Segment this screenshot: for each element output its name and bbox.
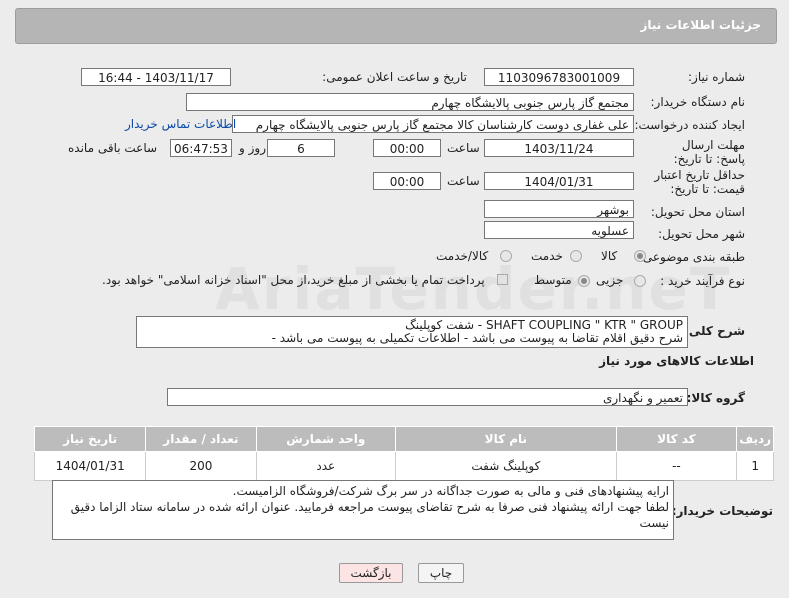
goods-group-label: گروه کالا: [686,391,745,405]
treasury-payment-note: پرداخت تمام یا بخشی از مبلغ خرید،از محل … [102,273,485,287]
cell-goods-name: کوپلینگ شفت [395,451,617,481]
page-header: جزئیات اطلاعات نیاز [15,8,777,44]
items-table-header: ردیف کد کالا نام کالا واحد شمارش تعداد /… [33,426,774,452]
description-line-2: شرح دقیق اقلام تقاضا به پیوست می باشد - … [271,331,683,345]
page-title: جزئیات اطلاعات نیاز [640,18,761,32]
reply-date-field: 1403/11/24 [484,139,634,157]
col-need-date: تاریخ نیاز [33,426,147,452]
category-option-goods-service: کالا/خدمت [436,249,489,263]
cell-quantity: 200 [145,451,257,481]
creator-label: ایجاد کننده درخواست: [634,118,745,132]
reply-time-field: 00:00 [373,139,441,157]
reply-time-label: ساعت [447,141,480,155]
col-quantity: تعداد / مقدار [145,426,257,452]
need-number-label: شماره نیاز: [688,70,745,84]
buyer-notes-label: توضیحات خریدار: [671,504,773,518]
reply-deadline-label: مهلت ارسال پاسخ: تا تاریخ: [673,138,745,166]
process-radio-medium[interactable] [578,275,590,287]
process-type-label: نوع فرآیند خرید : [660,274,745,288]
days-remaining-field: 6 [267,139,335,157]
buyer-notes-textarea: ارایه پیشنهادهای فنی و مالی به صورت جداگ… [52,480,674,540]
watermark-logo: AriaTender.neT [215,255,732,323]
cell-need-date: 1404/01/31 [33,451,147,481]
price-time-label: ساعت [447,174,480,188]
treasury-payment-checkbox[interactable] [497,274,508,285]
col-goods-code: کد کالا [615,426,738,452]
price-validity-date-field: 1404/01/31 [484,172,634,190]
city-field: عسلویه [484,221,634,239]
category-radio-goods-service[interactable] [500,250,512,262]
buyer-contact-link[interactable]: اطلاعات تماس خریدار [125,117,236,131]
buyer-org-field: مجتمع گاز پارس جنوبی پالایشگاه چهارم [186,93,634,111]
category-radio-service[interactable] [570,250,582,262]
announce-date-field: 1403/11/17 - 16:44 [81,68,231,86]
province-label: استان محل تحویل: [650,205,745,219]
goods-group-field: تعمیر و نگهداری [167,388,688,406]
cell-row: 1 [736,451,774,481]
announce-date-label: تاریخ و ساعت اعلان عمومی: [322,70,467,84]
city-label: شهر محل تحویل: [658,227,745,241]
days-label: روز و [239,141,266,155]
category-radio-goods[interactable] [634,250,646,262]
buyer-notes-line-1: ارایه پیشنهادهای فنی و مالی به صورت جداگ… [232,484,669,498]
province-field: بوشهر [484,200,634,218]
cell-goods-code: -- [615,451,738,481]
category-option-service: خدمت [531,249,563,263]
buyer-org-label: نام دستگاه خریدار: [650,95,746,109]
remaining-time-label: ساعت باقی مانده [68,141,158,155]
process-option-minor: جزیی [596,273,624,287]
print-button[interactable]: چاپ [418,563,464,583]
col-row: ردیف [736,426,774,452]
creator-field: علی غفاری دوست کارشناسان کالا مجتمع گاز … [232,115,634,133]
price-validity-label: حداقل تاریخ اعتبار قیمت: تا تاریخ: [654,168,745,196]
col-unit: واحد شمارش [255,426,397,452]
cell-unit: عدد [255,451,397,481]
price-validity-time-field: 00:00 [373,172,441,190]
category-option-goods: کالا [601,249,618,263]
table-row: 1 -- کوپلینگ شفت عدد 200 1404/01/31 [33,451,774,481]
remaining-time-field: 06:47:53 [170,139,232,157]
category-label: طبقه بندی موضوعی: [638,250,745,264]
process-option-medium: متوسط [534,273,572,287]
items-section-title: اطلاعات کالاهای مورد نیاز [599,354,754,368]
col-goods-name: نام کالا [395,426,617,452]
items-table: ردیف کد کالا نام کالا واحد شمارش تعداد /… [33,426,774,481]
need-number-field: 1103096783001009 [484,68,634,86]
back-button[interactable]: بازگشت [339,563,403,583]
process-radio-minor[interactable] [634,275,646,287]
buyer-notes-line-2: لطفا جهت ارائه پیشنهاد فنی صرفا به شرح ت… [70,500,669,530]
description-textarea: SHAFT COUPLING " KTR " GROUP - شفت کوپلی… [136,316,688,348]
